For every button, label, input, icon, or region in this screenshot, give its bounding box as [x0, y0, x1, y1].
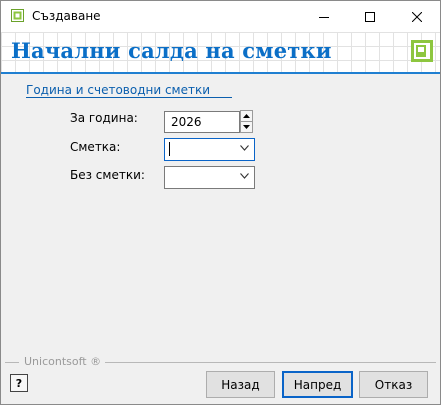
chevron-down-icon: [243, 125, 250, 129]
chevron-down-icon: [240, 173, 249, 179]
account-label: Сметка:: [70, 140, 121, 154]
minimize-icon: [319, 16, 329, 18]
footer-divider-left: [5, 362, 19, 363]
close-button[interactable]: [394, 1, 440, 32]
year-input[interactable]: 2026: [164, 111, 240, 133]
maximize-button[interactable]: [347, 1, 393, 32]
dialog-window: Създаване Начални салда на сметки Година…: [0, 0, 441, 405]
without-accounts-combo[interactable]: [164, 166, 255, 189]
footer-divider: [105, 362, 436, 363]
account-combo[interactable]: [164, 138, 255, 161]
minimize-button[interactable]: [301, 1, 347, 32]
year-spin-down[interactable]: [240, 121, 253, 133]
unicontsoft-logo-icon: [411, 40, 433, 62]
cancel-button[interactable]: Отказ: [359, 371, 428, 398]
chevron-down-icon: [240, 145, 249, 151]
window-title: Създаване: [32, 9, 101, 23]
year-label: За година:: [70, 111, 138, 125]
header-banner: Начални салда на сметки: [1, 32, 440, 72]
page-title: Начални салда на сметки: [11, 38, 332, 63]
section-title: Година и счетоводни сметки: [26, 83, 211, 97]
section-underline: [26, 97, 232, 98]
help-icon: ?: [15, 376, 23, 390]
text-cursor: [169, 142, 170, 156]
next-button[interactable]: Напред: [282, 371, 353, 398]
help-button[interactable]: ?: [10, 374, 28, 392]
year-value: 2026: [171, 115, 202, 129]
chevron-up-icon: [243, 114, 250, 118]
without-accounts-label: Без сметки:: [70, 168, 145, 182]
close-icon: [412, 11, 422, 22]
maximize-icon: [365, 11, 375, 22]
title-bar[interactable]: Създаване: [1, 1, 440, 32]
back-button[interactable]: Назад: [206, 371, 275, 398]
app-icon: [11, 9, 24, 22]
wizard-content: Година и счетоводни сметки За година: 20…: [1, 74, 440, 354]
brand-label: Unicontsoft ®: [22, 355, 104, 368]
